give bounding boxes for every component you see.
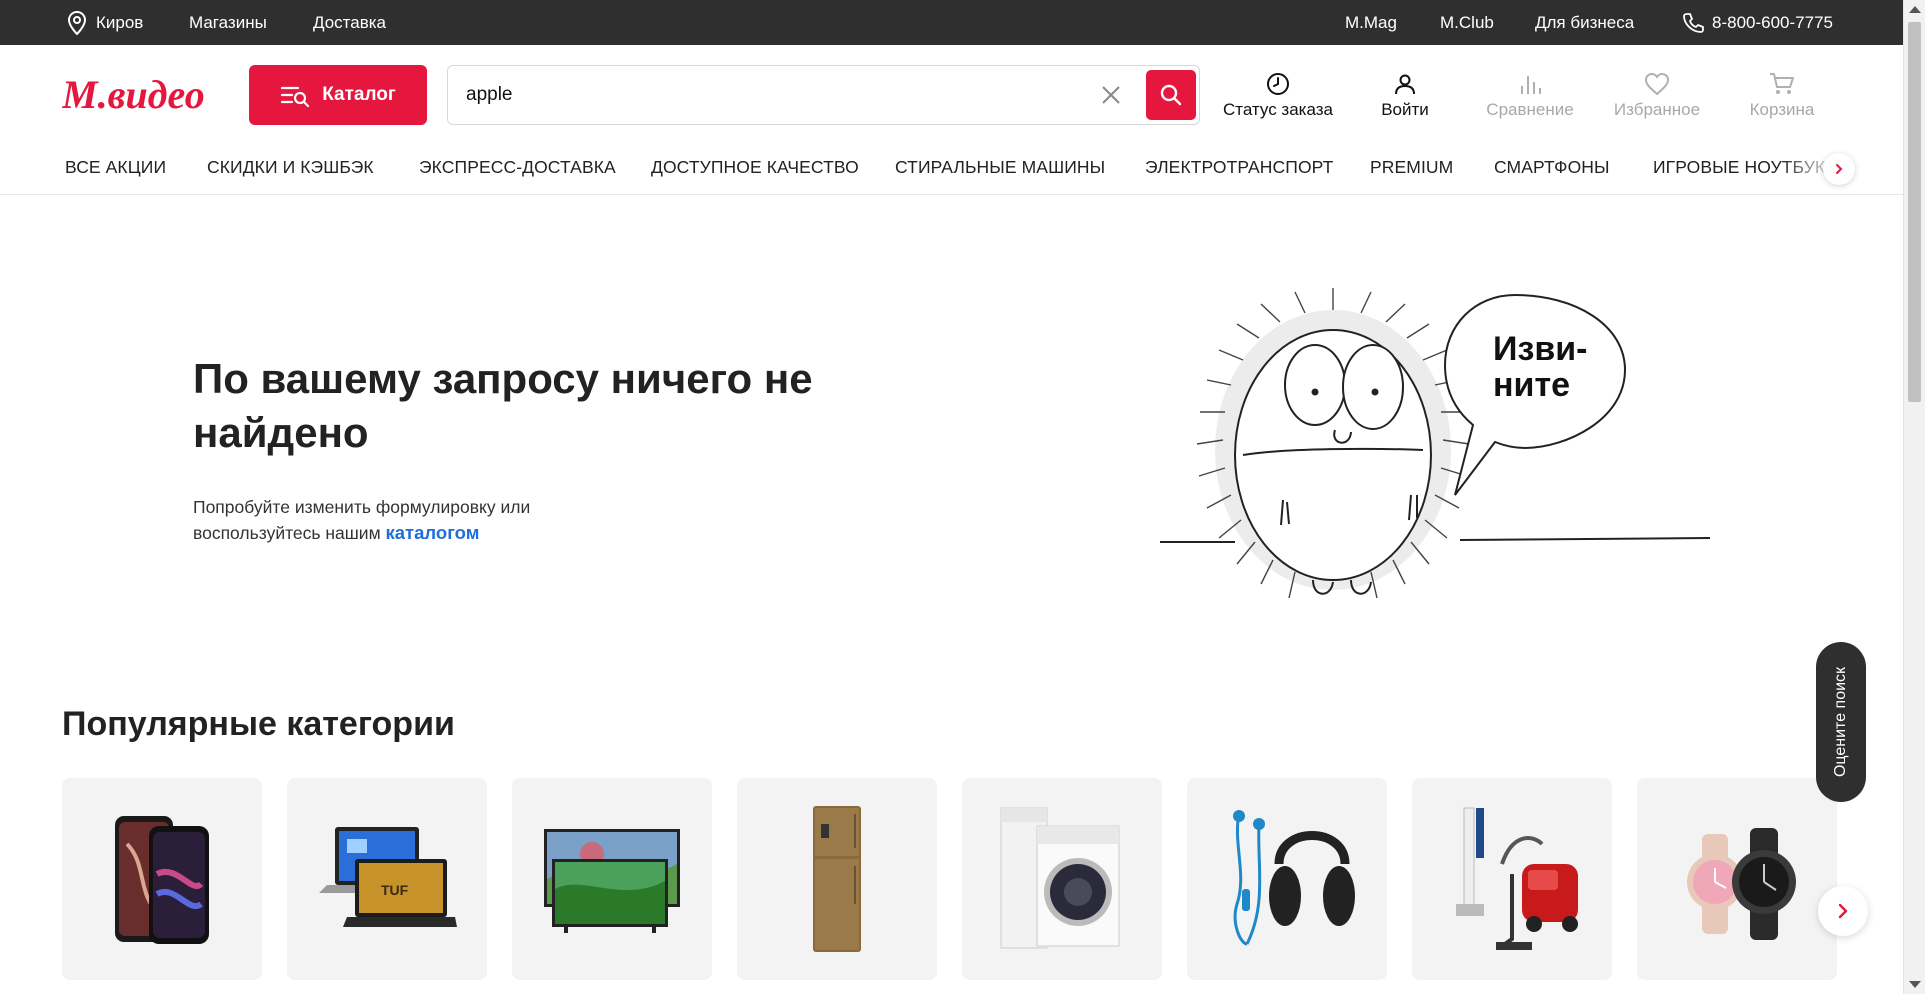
laptops-image: TUF <box>319 827 457 927</box>
nav-smartphones[interactable]: СМАРТФОНЫ <box>1494 157 1610 178</box>
mclub-link[interactable]: M.Club <box>1440 0 1494 45</box>
category-nav: ВСЕ АКЦИИ СКИДКИ И КЭШБЭК ЭКСПРЕСС-ДОСТА… <box>0 145 1903 195</box>
empty-state-text: Попробуйте изменить формулировку или вос… <box>193 494 530 546</box>
nav-premium[interactable]: PREMIUM <box>1370 157 1453 178</box>
bubble-text-line1: Изви- <box>1493 330 1587 368</box>
category-card-headphones[interactable] <box>1187 778 1387 980</box>
smartphones-image <box>115 816 209 944</box>
phone-icon <box>1683 12 1704 33</box>
catalog-link[interactable]: каталогом <box>386 522 480 543</box>
empty-text-line2: воспользуйтесь нашим <box>193 523 381 543</box>
favorites-button[interactable]: Избранное <box>1611 70 1703 120</box>
order-status-button[interactable]: Статус заказа <box>1220 70 1336 120</box>
vacuum-cleaner-image <box>1456 807 1578 950</box>
refrigerator-image <box>813 806 861 952</box>
category-card-washing-machine[interactable] <box>962 778 1162 980</box>
cart-button[interactable]: Корзина <box>1746 70 1818 120</box>
compare-button[interactable]: Сравнение <box>1485 70 1575 120</box>
nav-washing-machines[interactable]: СТИРАЛЬНЫЕ МАШИНЫ <box>895 157 1105 178</box>
tv-image <box>544 829 680 933</box>
category-card-smartphones[interactable] <box>62 778 262 980</box>
nav-discounts-cashback[interactable]: СКИДКИ И КЭШБЭК <box>207 157 374 178</box>
top-bar: Киров Магазины Доставка M.Mag M.Club Для… <box>0 0 1903 45</box>
login-label: Войти <box>1381 100 1429 119</box>
logo-text: М.видео <box>62 72 205 117</box>
heart-icon <box>1644 72 1670 96</box>
category-card-laptops[interactable]: TUF <box>287 778 487 980</box>
category-card-smartwatch[interactable] <box>1637 778 1837 980</box>
catalog-button[interactable]: Каталог <box>249 65 427 125</box>
nav-affordable-quality[interactable]: ДОСТУПНОЕ КАЧЕСТВО <box>651 157 859 178</box>
clear-search-button[interactable] <box>1096 80 1126 110</box>
stores-link[interactable]: Магазины <box>189 0 267 45</box>
user-icon <box>1395 74 1415 95</box>
smartwatch-image <box>1687 828 1796 940</box>
page-scrollbar[interactable] <box>1903 0 1925 994</box>
popular-categories-carousel: TUF <box>62 778 1838 994</box>
catalog-menu-search-icon <box>281 86 310 107</box>
nav-express-delivery[interactable]: ЭКСПРЕСС-ДОСТАВКА <box>419 157 616 178</box>
sorry-hedgehog-illustration: Изви- ните <box>1160 288 1711 599</box>
search-icon <box>1160 84 1182 106</box>
nav-all-promos[interactable]: ВСЕ АКЦИИ <box>65 157 166 178</box>
search-input[interactable] <box>466 66 1066 124</box>
rate-search-label: Оцените поиск <box>1832 666 1849 778</box>
clock-icon <box>1267 73 1289 95</box>
nav-electrotransport[interactable]: ЭЛЕКТРОТРАНСПОРТ <box>1145 157 1333 178</box>
city-label: Киров <box>96 13 144 32</box>
scroll-up-arrow-icon[interactable] <box>1909 6 1921 13</box>
close-icon <box>1102 86 1120 104</box>
business-link[interactable]: Для бизнеса <box>1535 0 1634 45</box>
chevron-right-icon <box>1838 903 1848 919</box>
login-button[interactable]: Войти <box>1370 70 1440 120</box>
category-card-tv[interactable] <box>512 778 712 980</box>
order-status-label: Статус заказа <box>1222 100 1334 119</box>
city-selector[interactable]: Киров <box>66 0 143 45</box>
compare-label: Сравнение <box>1486 100 1574 119</box>
cart-icon <box>1770 73 1794 94</box>
scrollbar-thumb[interactable] <box>1908 22 1921 402</box>
headphones-image <box>1233 810 1355 946</box>
mvideo-logo[interactable]: М.видео <box>61 70 212 120</box>
scroll-down-arrow-icon[interactable] <box>1909 981 1921 988</box>
rate-search-button[interactable]: Оцените поиск <box>1816 642 1866 802</box>
category-card-vacuum-cleaner[interactable] <box>1412 778 1612 980</box>
svg-text:TUF: TUF <box>381 882 409 898</box>
carousel-next-button[interactable] <box>1818 886 1868 936</box>
catalog-label: Каталог <box>322 84 396 105</box>
search-submit-button[interactable] <box>1146 70 1196 120</box>
compare-chart-icon <box>1521 76 1541 94</box>
nav-next-button[interactable] <box>1823 153 1855 185</box>
category-card-refrigerator[interactable] <box>737 778 937 980</box>
mmag-link[interactable]: M.Mag <box>1345 0 1397 45</box>
bubble-text-line2: ните <box>1493 366 1570 404</box>
chevron-right-icon <box>1836 164 1843 174</box>
popular-categories-title: Популярные категории <box>62 705 455 743</box>
favorites-label: Избранное <box>1613 100 1701 119</box>
empty-text-line1: Попробуйте изменить формулировку или <box>193 497 531 517</box>
location-pin-icon <box>67 10 87 35</box>
washing-machine-image <box>1000 807 1120 949</box>
delivery-link[interactable]: Доставка <box>313 0 386 45</box>
cart-label: Корзина <box>1749 100 1815 119</box>
search-bar <box>447 65 1200 125</box>
empty-state-title: По вашему запросу ничего не найдено <box>193 355 813 456</box>
phone-number: 8-800-600-7775 <box>1712 13 1833 32</box>
phone-link[interactable]: 8-800-600-7775 <box>1682 0 1833 45</box>
